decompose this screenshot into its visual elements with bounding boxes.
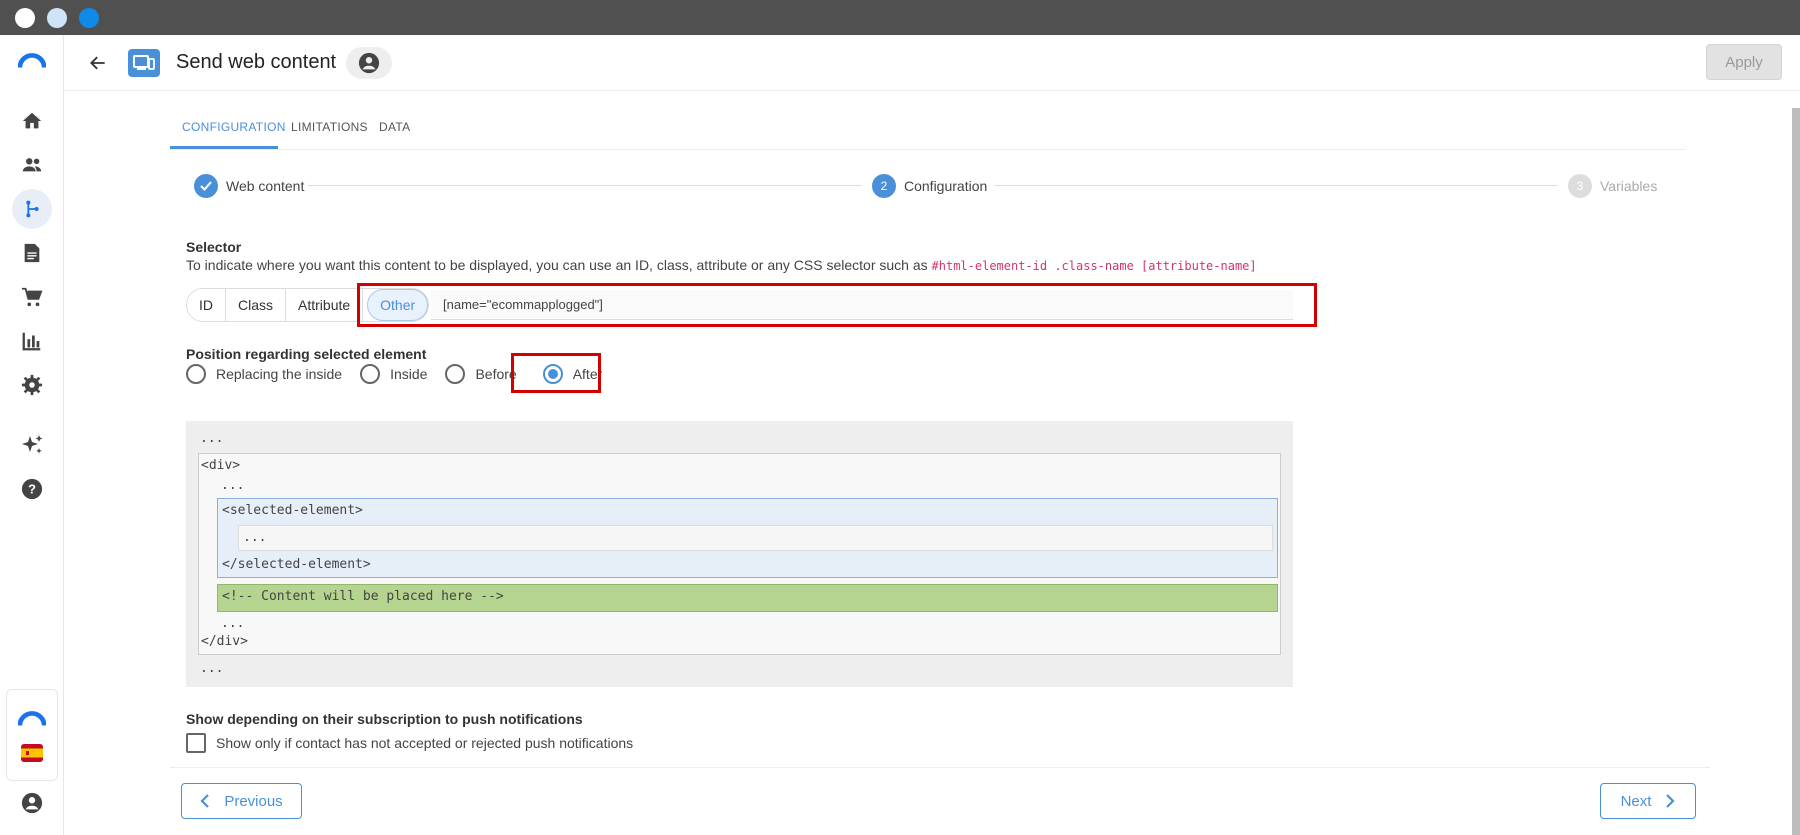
document-icon[interactable] <box>18 239 46 267</box>
preview-ellipsis: ... <box>243 530 267 545</box>
push-section-label: Show depending on their subscription to … <box>186 711 583 727</box>
step-2-label: Configuration <box>904 178 988 194</box>
page-header: Send web content Apply <box>64 35 1800 91</box>
position-label: Position regarding selected element <box>186 346 427 362</box>
home-icon[interactable] <box>18 107 46 135</box>
window-titlebar <box>0 0 1800 35</box>
previous-button[interactable]: Previous <box>181 783 302 819</box>
selector-type-id[interactable]: ID <box>187 289 226 321</box>
preview-selected-element: <selected-element> ... </selected-elemen… <box>217 498 1278 578</box>
preview-div-close: </div> <box>201 634 248 649</box>
account-logo-icon[interactable] <box>18 705 46 733</box>
automation-icon[interactable] <box>12 189 52 229</box>
step-connector <box>308 185 862 186</box>
preview-ellipsis: ... <box>221 616 245 631</box>
step-3-number: 3 <box>1568 174 1592 198</box>
preview-div-block: <div> ... <selected-element> ... </selec… <box>198 453 1281 655</box>
tab-limitations[interactable]: LIMITATIONS <box>291 120 368 134</box>
preview-selected-close: </selected-element> <box>222 557 371 572</box>
position-option-replace[interactable]: Replacing the inside <box>186 364 342 384</box>
sparkle-icon[interactable] <box>18 431 46 459</box>
push-checkbox[interactable] <box>186 733 206 753</box>
highlight-selector <box>357 283 1317 327</box>
vertical-scrollbar[interactable] <box>1792 108 1800 835</box>
preview-selected-open: <selected-element> <box>222 503 363 518</box>
chevron-right-icon <box>1666 794 1675 808</box>
next-label: Next <box>1620 792 1652 810</box>
selector-label: Selector <box>186 239 242 255</box>
chevron-left-icon <box>200 794 210 808</box>
footer-divider <box>170 767 1710 768</box>
radio-replace-label: Replacing the inside <box>216 366 343 382</box>
settings-icon[interactable] <box>18 371 46 399</box>
preview-ellipsis: ... <box>200 431 224 446</box>
window-maximize-dot[interactable] <box>79 8 99 28</box>
step-1-check-icon <box>194 174 218 198</box>
push-checkbox-label[interactable]: Show only if contact has not accepted or… <box>216 735 633 751</box>
radio-inside[interactable] <box>360 364 381 384</box>
account-switcher[interactable] <box>6 689 58 781</box>
preview-ellipsis: ... <box>200 661 224 676</box>
logo-icon[interactable] <box>18 47 46 75</box>
highlight-after <box>511 353 601 393</box>
selector-help: To indicate where you want this content … <box>186 257 1257 273</box>
svg-text:?: ? <box>28 482 36 497</box>
window-close-dot[interactable] <box>15 8 35 28</box>
sidebar: ? <box>0 35 64 835</box>
selector-type-attribute[interactable]: Attribute <box>286 289 364 321</box>
user-icon[interactable] <box>18 789 46 817</box>
step-2-number: 2 <box>872 174 896 198</box>
reports-icon[interactable] <box>18 327 46 355</box>
apply-button[interactable]: Apply <box>1706 44 1782 80</box>
selector-example-code: #html-element-id .class-name [attribute-… <box>931 259 1257 273</box>
radio-inside-label: Inside <box>390 366 428 382</box>
next-button[interactable]: Next <box>1600 783 1696 819</box>
selector-type-class[interactable]: Class <box>226 289 287 321</box>
arrow-left-icon <box>90 56 105 70</box>
contacts-icon[interactable] <box>18 151 46 179</box>
step-connector <box>994 185 1558 186</box>
preview-content-placeholder: <!-- Content will be placed here --> <box>217 584 1278 612</box>
radio-replace[interactable] <box>186 364 206 384</box>
owner-chip[interactable] <box>346 47 392 79</box>
preview-selected-inner: ... <box>238 525 1273 551</box>
window-minimize-dot[interactable] <box>47 8 67 28</box>
web-content-icon <box>128 49 160 77</box>
position-option-inside[interactable]: Inside <box>360 364 427 384</box>
preview-ellipsis: ... <box>221 478 245 493</box>
page-title: Send web content <box>176 51 337 73</box>
tab-data[interactable]: DATA <box>379 120 410 134</box>
back-button[interactable] <box>84 49 112 77</box>
placement-preview: ... <div> ... <selected-element> ... </s… <box>186 421 1293 687</box>
active-tab-indicator <box>170 146 278 149</box>
tab-bar: CONFIGURATION LIMITATIONS DATA <box>170 108 1686 150</box>
step-3-label: Variables <box>1600 178 1658 194</box>
cart-icon[interactable] <box>18 283 46 311</box>
spain-flag-icon[interactable] <box>18 739 46 767</box>
tab-configuration[interactable]: CONFIGURATION <box>182 120 286 134</box>
stepper: Web content 2 Configuration 3 Variables <box>194 174 1658 198</box>
help-icon[interactable]: ? <box>18 475 46 503</box>
radio-before[interactable] <box>445 364 466 384</box>
selector-help-text: To indicate where you want this content … <box>186 257 928 273</box>
previous-label: Previous <box>224 792 283 810</box>
step-1-label: Web content <box>226 178 305 194</box>
preview-div-open: <div> <box>201 458 241 473</box>
user-circle-icon <box>358 52 380 74</box>
position-option-before[interactable]: Before <box>445 364 517 384</box>
